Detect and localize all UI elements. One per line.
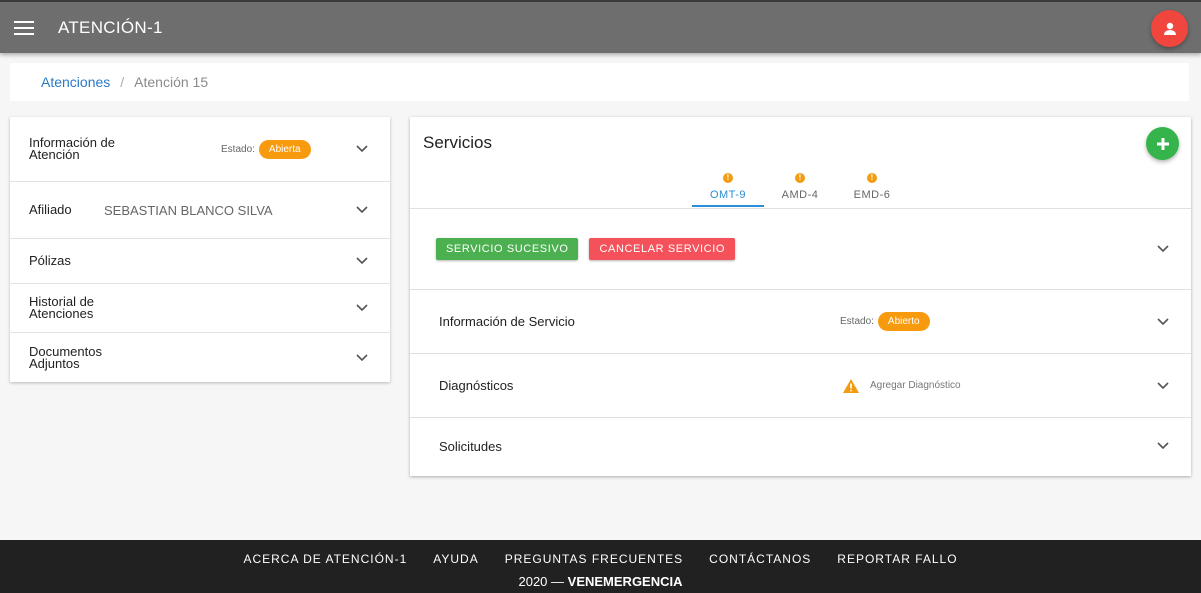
chevron-down-icon[interactable]: [356, 353, 368, 362]
chevron-down-icon[interactable]: [1157, 381, 1169, 390]
app-title: ATENCIÓN-1: [58, 17, 163, 37]
tab-omt-9[interactable]: ! OMT-9: [692, 173, 764, 207]
footer-link-faq[interactable]: PREGUNTAS FRECUENTES: [505, 552, 683, 566]
solicitudes-title: Solicitudes: [439, 438, 502, 454]
tab-emd-6[interactable]: ! EMD-6: [836, 173, 908, 207]
cancelar-servicio-button[interactable]: CANCELAR SERVICIO: [589, 238, 736, 260]
afiliado-row[interactable]: Afiliado SEBASTIAN BLANCO SILVA: [10, 182, 390, 239]
user-icon: [1163, 22, 1176, 35]
polizas-title: Pólizas: [29, 253, 71, 268]
estado-servicio: Estado: Abierto: [840, 312, 930, 331]
menu-icon[interactable]: [14, 20, 34, 35]
footer: ACERCA DE ATENCIÓN-1 AYUDA PREGUNTAS FRE…: [0, 540, 1201, 593]
info-servicio-row[interactable]: Información de Servicio Estado: Abierto: [410, 290, 1191, 354]
breadcrumb-atenciones-link[interactable]: Atenciones: [41, 74, 110, 90]
chevron-down-icon[interactable]: [356, 206, 368, 214]
solicitudes-row[interactable]: Solicitudes: [410, 418, 1191, 474]
footer-links: ACERCA DE ATENCIÓN-1 AYUDA PREGUNTAS FRE…: [0, 552, 1201, 566]
chevron-down-icon[interactable]: [356, 257, 368, 265]
status-badge: Abierto: [877, 312, 930, 331]
services-panel: Servicios ! OMT-9 ! AMD-4 ! EMD-6 SERVIC…: [410, 117, 1191, 476]
chevron-down-icon[interactable]: [1157, 442, 1169, 450]
afiliado-value: SEBASTIAN BLANCO SILVA: [104, 202, 273, 218]
alert-icon: !: [795, 173, 805, 183]
service-tabs: ! OMT-9 ! AMD-4 ! EMD-6: [692, 173, 908, 207]
historial-row[interactable]: Historial de Atenciones: [10, 284, 390, 333]
attention-details-panel: Información de Atención Estado: Abierta …: [10, 117, 390, 382]
info-servicio-title: Información de Servicio: [439, 314, 575, 329]
services-title: Servicios: [423, 133, 492, 152]
plus-icon: [1156, 137, 1169, 150]
historial-title: Historial de Atenciones: [29, 294, 95, 321]
info-atencion-row[interactable]: Información de Atención Estado: Abierta: [10, 117, 390, 182]
diagnostico-warning: Agregar Diagnóstico: [842, 378, 961, 394]
footer-link-ayuda[interactable]: AYUDA: [433, 552, 478, 566]
diagnosticos-title: Diagnósticos: [439, 378, 514, 393]
documentos-title: Documentos Adjuntos: [29, 343, 102, 371]
info-atencion-title: Información de Atención: [29, 135, 115, 162]
tab-label: OMT-9: [709, 189, 747, 201]
footer-link-contacto[interactable]: CONTÁCTANOS: [709, 552, 811, 566]
estado-label: Estado:: [221, 143, 255, 155]
add-service-button[interactable]: [1146, 127, 1179, 160]
warning-icon: [843, 378, 859, 393]
chevron-down-icon[interactable]: [356, 145, 368, 153]
breadcrumb: Atenciones / Atención 15: [10, 63, 1189, 101]
alert-icon: !: [723, 173, 733, 183]
chevron-down-icon[interactable]: [356, 304, 368, 312]
copyright-brand: VENEMERGENCIA: [567, 574, 683, 589]
tab-label: EMD-6: [853, 189, 891, 201]
service-actions-row[interactable]: SERVICIO SUCESIVO CANCELAR SERVICIO: [410, 209, 1191, 290]
chevron-down-icon[interactable]: [1157, 245, 1169, 253]
footer-copyright: 2020 — VENEMERGENCIA: [0, 574, 1201, 589]
afiliado-title: Afiliado: [29, 202, 72, 217]
app-header: ATENCIÓN-1: [0, 0, 1201, 53]
footer-link-reportar[interactable]: REPORTAR FALLO: [837, 552, 957, 566]
breadcrumb-separator: /: [120, 74, 125, 90]
breadcrumb-current: Atención 15: [134, 74, 209, 90]
tab-label: AMD-4: [781, 189, 819, 201]
diagnosticos-row[interactable]: Diagnósticos Agregar Diagnóstico: [410, 354, 1191, 418]
copyright-year: 2020 —: [518, 574, 565, 589]
warning-text: Agregar Diagnóstico: [870, 380, 961, 391]
documentos-row[interactable]: Documentos Adjuntos: [10, 333, 390, 382]
services-header: Servicios ! OMT-9 ! AMD-4 ! EMD-6: [410, 117, 1191, 209]
servicio-sucesivo-button[interactable]: SERVICIO SUCESIVO: [436, 238, 579, 260]
polizas-row[interactable]: Pólizas: [10, 239, 390, 284]
status-badge: Abierta: [258, 139, 311, 159]
estado-label: Estado:: [840, 316, 874, 327]
estado-atencion: Estado: Abierta: [221, 139, 311, 159]
footer-link-acerca[interactable]: ACERCA DE ATENCIÓN-1: [243, 552, 407, 566]
alert-icon: !: [867, 173, 877, 183]
tab-amd-4[interactable]: ! AMD-4: [764, 173, 836, 207]
user-avatar-button[interactable]: [1151, 10, 1188, 47]
chevron-down-icon[interactable]: [1157, 317, 1169, 326]
